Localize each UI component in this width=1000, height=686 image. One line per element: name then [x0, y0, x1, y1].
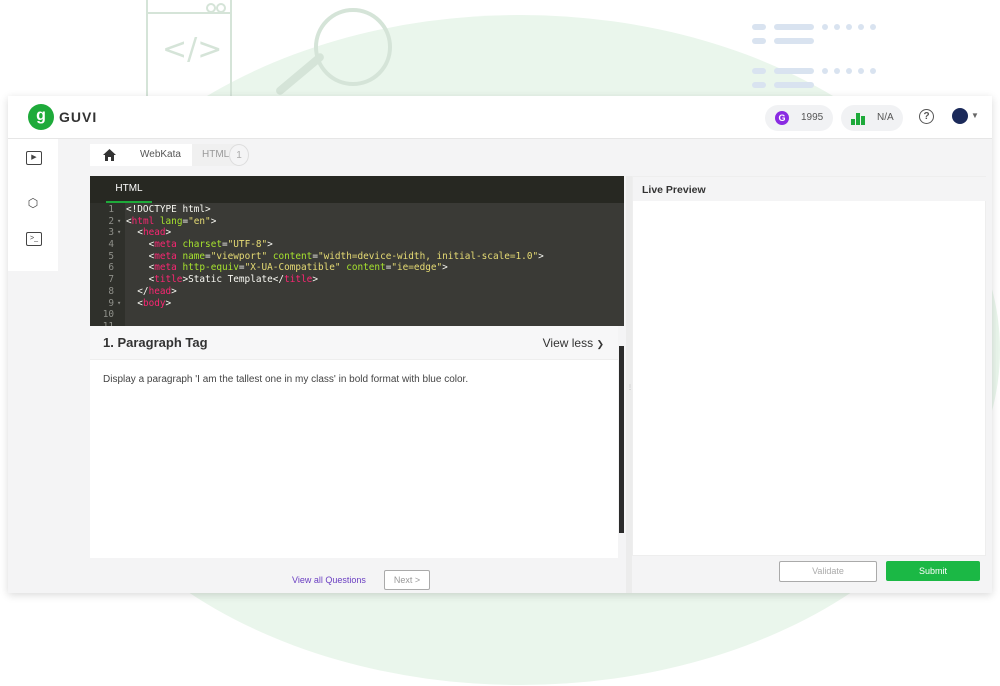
preview-title: Live Preview: [642, 184, 706, 196]
play-icon[interactable]: ▶: [26, 151, 42, 165]
live-preview-panel: Live Preview: [632, 176, 987, 556]
terminal-icon[interactable]: >_: [26, 232, 42, 246]
app-window: g GUVI G 1995 N/A ? ▼ ▶ ⬡ >_ WebKata HTM…: [8, 96, 992, 593]
code-line: 6 <meta http-equiv="X-UA-Compatible" con…: [108, 262, 448, 274]
code-line: 7 <title>Static Template</title>: [108, 274, 318, 286]
code-line: 4 <meta charset="UTF-8">: [108, 239, 273, 251]
question-panel: 1. Paragraph Tag View less ❯ Display a p…: [90, 326, 618, 558]
sidebar: ▶ ⬡ >_: [8, 139, 58, 271]
code-content[interactable]: 1 <!DOCTYPE html> 2 ▾ <html lang="en"> 3 ▾ <…: [90, 204, 624, 333]
next-button[interactable]: Next >: [384, 570, 430, 590]
coins-value: 1995: [801, 112, 824, 123]
view-all-questions-link[interactable]: View all Questions: [292, 575, 366, 585]
question-text: Display a paragraph 'I am the tallest on…: [103, 374, 469, 385]
browser-illustration: </>: [146, 0, 232, 96]
breadcrumb-webkata[interactable]: WebKata: [128, 144, 192, 166]
chevron-down-icon[interactable]: ▼: [971, 111, 979, 120]
coin-icon: G: [775, 111, 789, 125]
home-icon[interactable]: [90, 144, 128, 166]
breadcrumb-count-badge: 1: [229, 144, 249, 166]
rank-value: N/A: [877, 112, 894, 123]
shapes-icon[interactable]: ⬡: [26, 197, 40, 209]
magnifier-illustration: [314, 8, 392, 86]
submit-button[interactable]: Submit: [886, 561, 980, 581]
question-title: 1. Paragraph Tag: [103, 335, 208, 350]
view-less-toggle[interactable]: View less ❯: [543, 336, 604, 350]
brand-name: GUVI: [59, 109, 98, 125]
code-line: 10: [102, 309, 114, 321]
code-line: 2 ▾ <html lang="en">: [108, 215, 217, 227]
editor-scrollbar[interactable]: [619, 346, 624, 533]
rank-badge[interactable]: N/A: [841, 105, 903, 131]
code-line: 5 <meta name="viewport" content="width=d…: [108, 250, 544, 262]
view-less-label: View less: [542, 336, 594, 350]
code-editor[interactable]: HTML 1 <!DOCTYPE html> 2 ▾ <html lang="en">…: [90, 176, 624, 332]
validate-button[interactable]: Validate: [779, 561, 877, 582]
code-line: 9 ▾ <body>: [108, 297, 172, 309]
coins-badge[interactable]: G 1995: [765, 105, 833, 131]
drag-handle-icon[interactable]: ⋮: [627, 385, 633, 398]
avatar[interactable]: [952, 108, 968, 124]
chevron-down-icon: ❯: [596, 339, 604, 349]
question-header: 1. Paragraph Tag View less ❯: [90, 326, 618, 360]
preview-header: Live Preview: [633, 177, 987, 201]
guvi-logo[interactable]: g: [28, 104, 54, 130]
help-icon[interactable]: ?: [919, 109, 934, 124]
code-line: 8 </head>: [108, 285, 177, 297]
code-line: 1 <!DOCTYPE html>: [108, 204, 211, 215]
code-line: 3 ▾ <head>: [108, 227, 172, 239]
rank-icon: [851, 111, 865, 125]
editor-tab-bar: HTML: [90, 176, 624, 203]
tab-html[interactable]: HTML: [106, 176, 152, 203]
top-bar: g GUVI G 1995 N/A ? ▼: [8, 96, 992, 139]
